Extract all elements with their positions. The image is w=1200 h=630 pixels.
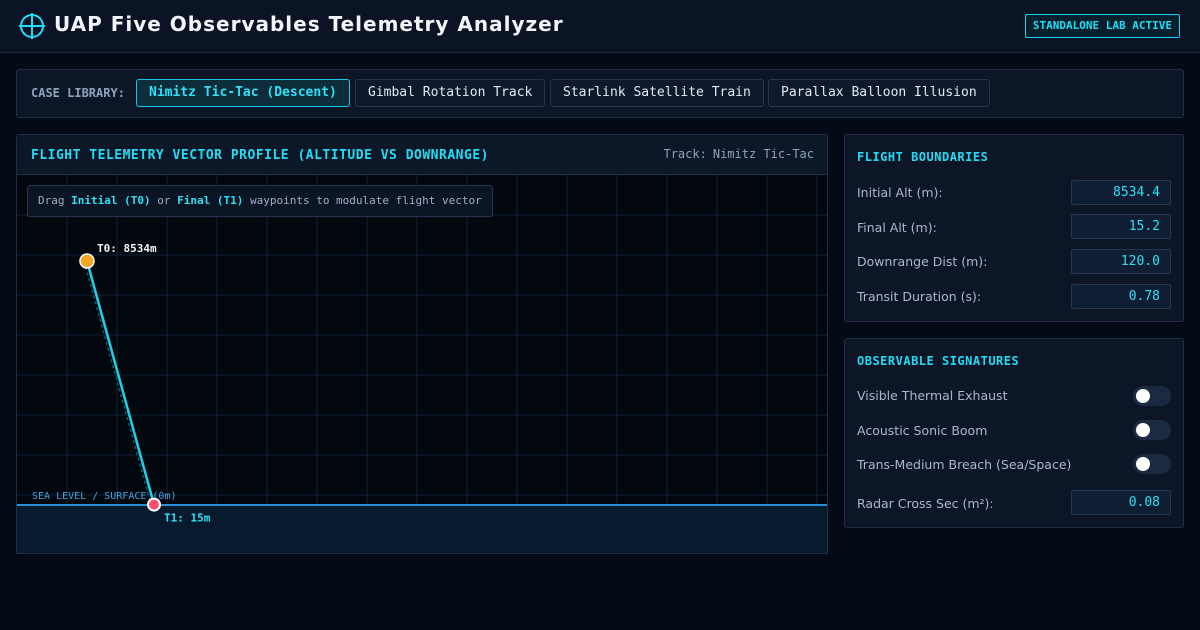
panel-title: FLIGHT BOUNDARIES [857,150,989,164]
app-title: UAP Five Observables Telemetry Analyzer [54,12,564,36]
toggle-knob [1136,389,1150,403]
transit-duration-input[interactable]: 0.78 [1071,284,1171,309]
chart-header: FLIGHT TELEMETRY VECTOR PROFILE (ALTITUD… [17,135,827,175]
telemetry-plot[interactable]: SEA LEVEL / SURFACE (0m) T0: 8534m T1: 1… [17,175,828,554]
t0-label: T0: 8534m [97,242,157,255]
drag-hint: Drag Initial (T0) or Final (T1) waypoint… [27,185,493,217]
flight-vector-line [85,260,156,505]
track-label: Track: Nimitz Tic-Tac [657,147,814,161]
status-badge: STANDALONE LAB ACTIVE [1024,14,1180,38]
case-button-starlink[interactable]: Starlink Satellite Train [550,79,764,107]
final-alt-input[interactable]: 15.2 [1071,214,1171,239]
telemetry-chart-panel: FLIGHT TELEMETRY VECTOR PROFILE (ALTITUD… [16,134,828,554]
case-library-label: CASE LIBRARY: [31,86,125,100]
sonic-boom-toggle[interactable] [1133,420,1171,440]
initial-alt-input[interactable]: 8534.4 [1071,180,1171,205]
hint-final: Final (T1) [177,194,244,207]
downrange-dist-label: Downrange Dist (m): [857,254,988,269]
hint-text: or [150,194,178,207]
thermal-exhaust-toggle[interactable] [1133,386,1171,406]
case-button-balloon[interactable]: Parallax Balloon Illusion [768,79,990,107]
toggle-knob [1136,423,1150,437]
initial-alt-label: Initial Alt (m): [857,185,943,200]
panel-title: OBSERVABLE SIGNATURES [857,354,1020,368]
track-name: Nimitz Tic-Tac [712,147,814,161]
telemetry-plot-svg[interactable]: SEA LEVEL / SURFACE (0m) T0: 8534m T1: 1… [17,175,828,554]
case-button-gimbal[interactable]: Gimbal Rotation Track [355,79,546,107]
hint-initial: Initial (T0) [71,194,151,207]
thermal-exhaust-label: Visible Thermal Exhaust [857,388,1008,403]
hint-text: waypoints to modulate flight vector [243,194,482,207]
trans-medium-label: Trans-Medium Breach (Sea/Space) [857,457,1072,472]
sea-region [17,505,827,553]
transit-duration-label: Transit Duration (s): [857,289,982,304]
case-library-bar: CASE LIBRARY: Nimitz Tic-Tac (Descent) G… [16,69,1184,118]
t1-waypoint-handle[interactable] [147,497,161,512]
t0-waypoint-handle[interactable] [79,253,95,269]
case-button-nimitz[interactable]: Nimitz Tic-Tac (Descent) [136,79,350,107]
radar-cross-label: Radar Cross Sec (m²): [857,496,994,511]
hint-text: Drag [38,194,72,207]
radar-cross-input[interactable]: 0.08 [1071,490,1171,515]
crosshair-icon [19,13,45,39]
downrange-dist-input[interactable]: 120.0 [1071,249,1171,274]
t1-label: T1: 15m [164,512,211,525]
track-prefix: Track: [663,147,707,161]
chart-title: FLIGHT TELEMETRY VECTOR PROFILE (ALTITUD… [31,148,489,163]
observable-signatures-panel: OBSERVABLE SIGNATURES Visible Thermal Ex… [844,338,1184,528]
final-alt-label: Final Alt (m): [857,220,937,235]
trans-medium-toggle[interactable] [1133,454,1171,474]
sonic-boom-label: Acoustic Sonic Boom [857,423,988,438]
toggle-knob [1136,457,1150,471]
flight-boundaries-panel: FLIGHT BOUNDARIES Initial Alt (m): 8534.… [844,134,1184,322]
app-header: UAP Five Observables Telemetry Analyzer … [0,0,1200,53]
